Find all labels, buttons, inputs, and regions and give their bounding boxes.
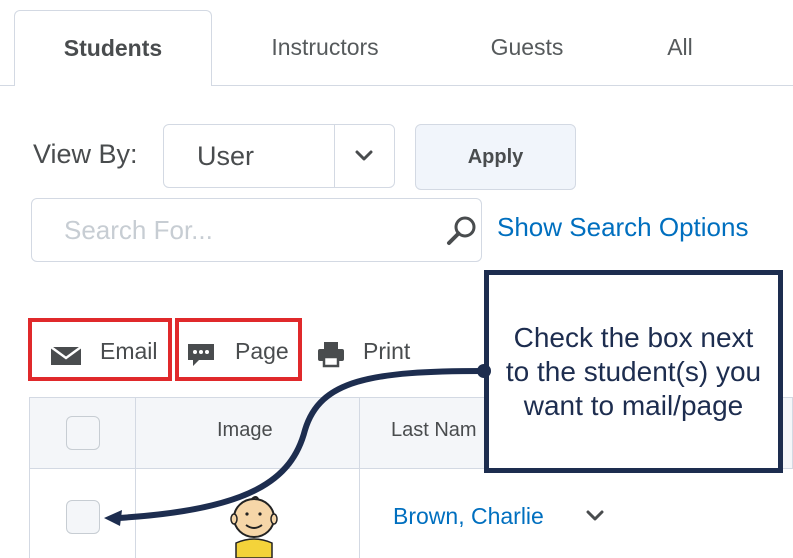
tab-guests[interactable]: Guests — [462, 10, 592, 84]
tab-bar: Students Instructors Guests All — [0, 0, 793, 86]
chevron-down-icon[interactable] — [586, 509, 604, 523]
callout-text: Check the box next to the student(s) you… — [505, 321, 762, 421]
show-search-options-link[interactable]: Show Search Options — [497, 212, 748, 243]
apply-button[interactable]: Apply — [415, 124, 576, 190]
instruction-callout: Check the box next to the student(s) you… — [484, 270, 783, 473]
avatar — [230, 496, 278, 558]
student-name-link[interactable]: Brown, Charlie — [393, 503, 544, 530]
tab-instructors[interactable]: Instructors — [240, 10, 410, 84]
view-by-label: View By: — [33, 139, 138, 169]
row-checkbox[interactable] — [66, 500, 100, 534]
search-input[interactable] — [32, 199, 402, 261]
tab-all[interactable]: All — [630, 10, 730, 84]
view-by-select[interactable]: User — [163, 124, 395, 188]
search-icon[interactable] — [445, 215, 479, 247]
chevron-down-icon — [355, 150, 373, 161]
page-highlight-box — [175, 318, 302, 381]
select-divider — [334, 125, 335, 187]
search-box — [31, 198, 482, 262]
printer-icon[interactable] — [316, 340, 346, 368]
email-highlight-box — [28, 318, 172, 381]
print-button[interactable]: Print — [363, 338, 410, 365]
tab-students[interactable]: Students — [14, 10, 212, 86]
column-header-image[interactable]: Image — [217, 419, 273, 442]
column-header-last-name[interactable]: Last Nam — [391, 419, 477, 442]
view-by-value: User — [197, 141, 255, 171]
select-all-checkbox[interactable] — [66, 416, 100, 450]
